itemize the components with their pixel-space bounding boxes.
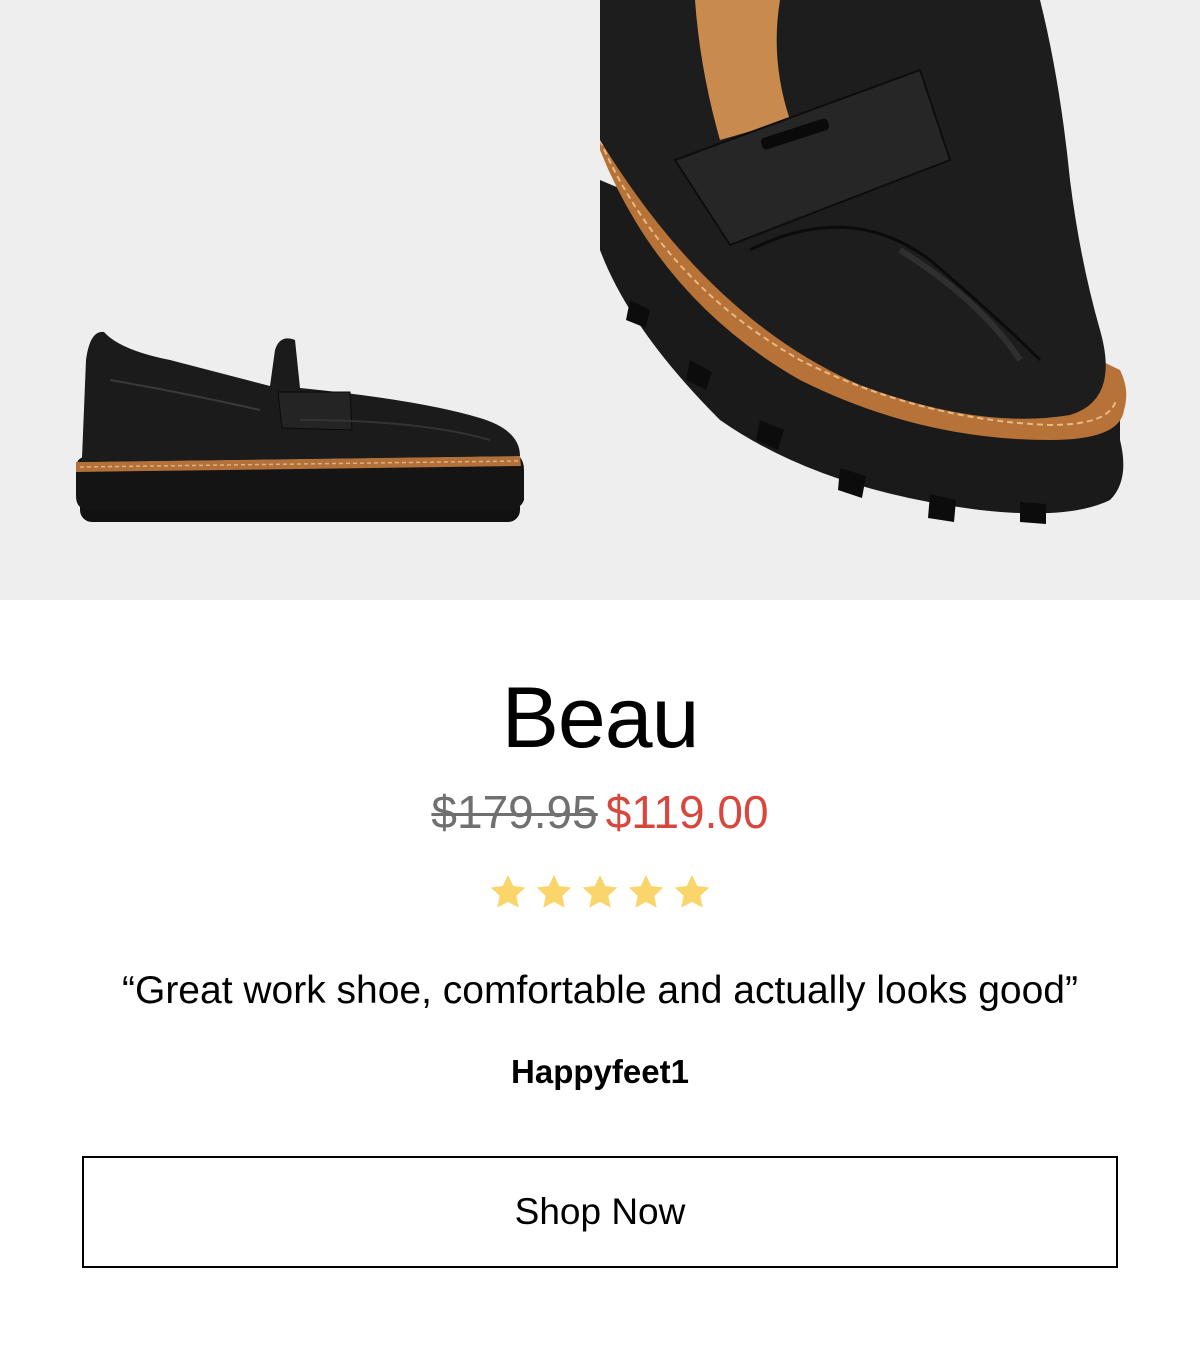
star-icon	[536, 875, 572, 908]
product-image-side[interactable]	[0, 0, 600, 600]
review-author: Happyfeet1	[511, 1053, 689, 1090]
product-image-closeup[interactable]	[600, 0, 1200, 600]
hero-images	[0, 0, 1200, 600]
star-rating	[0, 872, 1200, 912]
star-icon	[628, 875, 664, 908]
price-row: $179.95 $119.00	[0, 784, 1200, 840]
sale-price: $119.00	[605, 786, 769, 838]
star-icon	[582, 875, 618, 908]
star-icon	[674, 875, 710, 908]
loafer-side-illustration	[76, 331, 524, 522]
original-price: $179.95	[431, 786, 598, 838]
shop-now-button[interactable]: Shop Now	[82, 1156, 1118, 1268]
star-icon	[490, 875, 526, 908]
product-name: Beau	[501, 670, 700, 766]
review-quote: “Great work shoe, comfortable and actual…	[122, 969, 1078, 1012]
loafer-closeup-illustration	[600, 0, 1127, 524]
